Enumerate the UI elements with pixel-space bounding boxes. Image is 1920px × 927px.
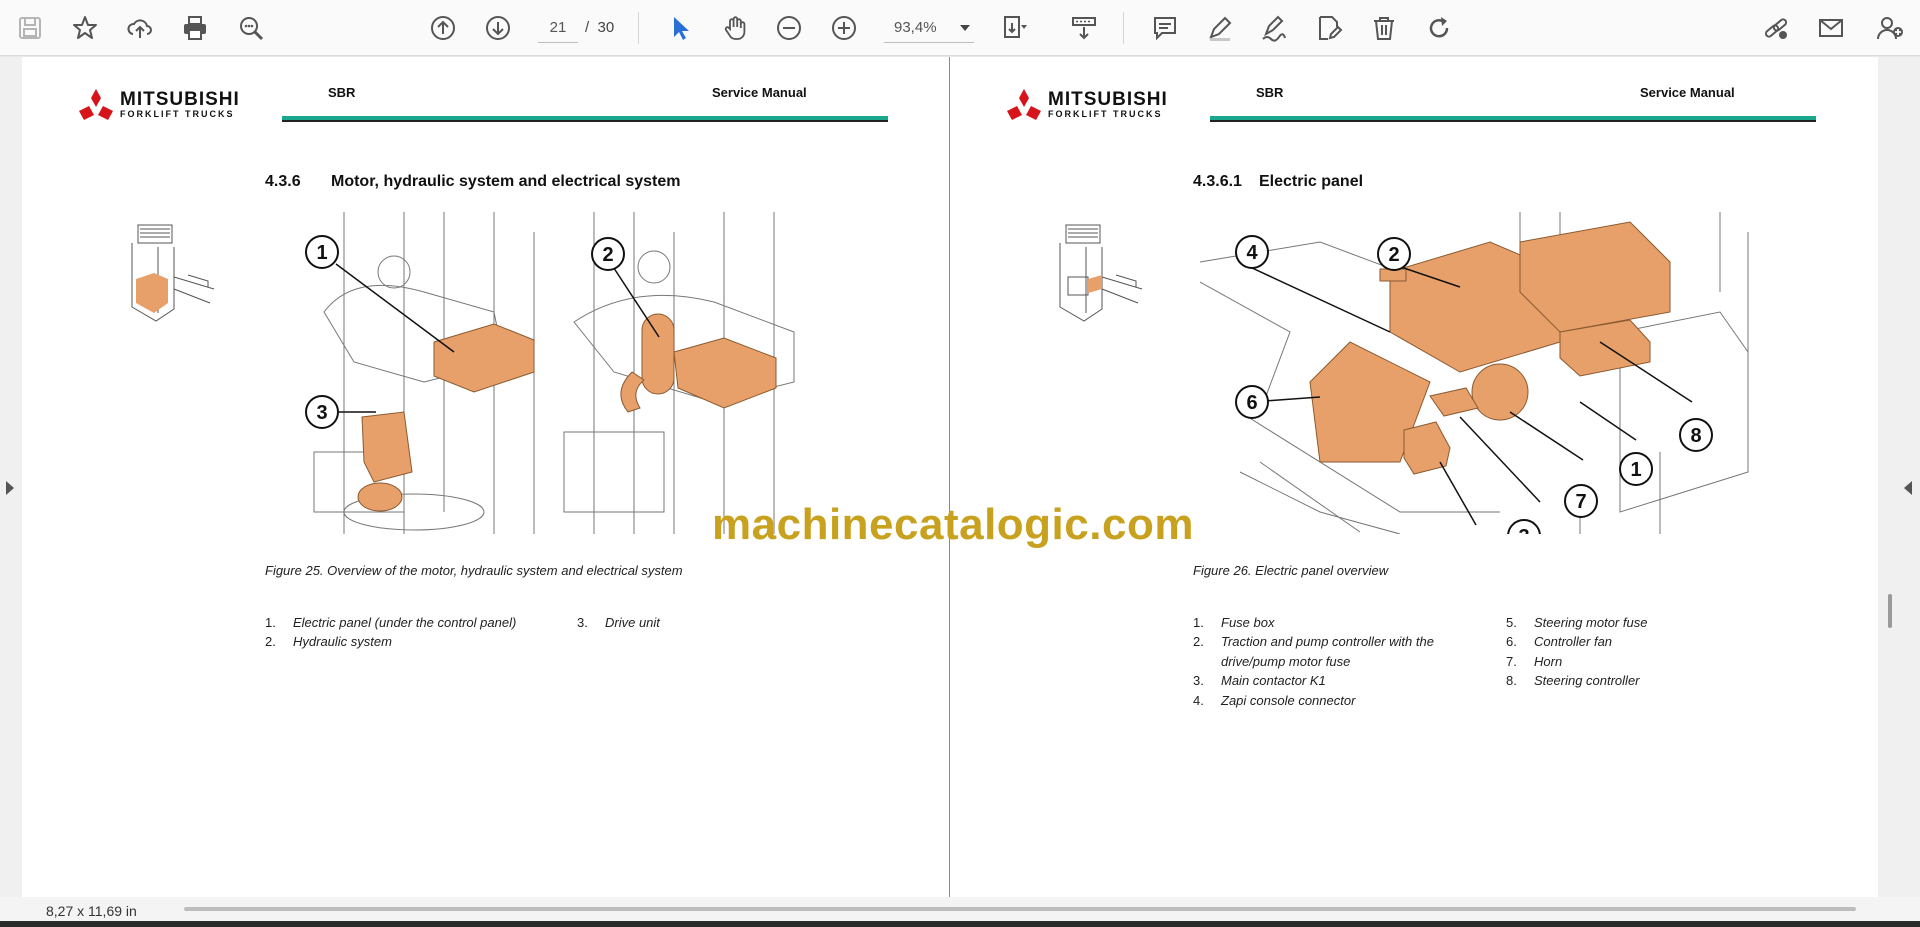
section-number: 4.3.6.1 [1193,173,1242,190]
header-model: SBR [328,85,356,100]
page-total: / 30 [585,19,615,36]
chevron-down-icon [960,25,970,31]
zoom-level-select[interactable]: 93,4% [884,13,974,43]
motor-hydraulic-figure: 1 2 3 [305,212,795,534]
save-icon[interactable] [12,10,48,46]
highlight-pen-icon[interactable] [1202,10,1238,46]
legend-item: 2. Hydraulic system [265,634,392,649]
toolbar: / 30 93,4% [0,0,1920,56]
truck-locator-thumbnail [131,224,215,322]
truck-locator-thumbnail [1059,224,1143,322]
section-title: Motor, hydraulic system and electrical s… [331,173,681,190]
callout-8: 8 [1690,425,1701,447]
expand-left-pane-icon[interactable] [6,481,14,495]
document-viewer[interactable]: MITSUBISHI FORKLIFT TRUCKS SBR Service M… [0,57,1920,927]
callout-4: 4 [1246,242,1258,264]
hand-tool-icon[interactable] [717,10,753,46]
header-doc-type: Service Manual [712,85,807,100]
horizontal-scrollbar[interactable] [184,907,1856,911]
callout-2: 2 [602,244,613,266]
figure-caption: Figure 25. Overview of the motor, hydrau… [265,563,683,578]
edit-document-icon[interactable] [1311,10,1347,46]
bookmark-star-icon[interactable] [67,10,103,46]
legend-item: 4. Zapi console connector [1193,693,1356,708]
next-page-icon[interactable] [480,10,516,46]
legend-item: drive/pump motor fuse [1221,654,1351,669]
select-cursor-icon[interactable] [662,10,698,46]
add-user-icon[interactable] [1872,10,1908,46]
previous-page-icon[interactable] [425,10,461,46]
legend-item: 1. Fuse box [1193,615,1275,630]
mitsubishi-logo: MITSUBISHI FORKLIFT TRUCKS [1006,89,1168,121]
three-diamonds-logo-icon [1007,89,1041,120]
header-accent-bar [1210,116,1816,122]
redo-rotate-icon[interactable] [1421,10,1457,46]
toolbar-divider [638,12,639,44]
section-title: Electric panel [1259,173,1364,190]
page-fit-icon[interactable] [996,10,1032,46]
header-accent-bar [282,116,888,122]
legend-item: 6. Controller fan [1506,634,1613,649]
watermark-text: machinecatalogic.com [712,500,1194,549]
callout-3: 3 [1518,526,1529,534]
expand-right-pane-icon[interactable] [1904,481,1912,495]
legend-item: 7. Horn [1506,654,1563,669]
legend-item: 3. Main contactor K1 [1193,673,1326,688]
zoom-out-icon[interactable] [771,10,807,46]
callout-1: 1 [316,242,327,264]
vertical-scrollbar-thumb[interactable] [1888,594,1892,628]
document-page-right: MITSUBISHI FORKLIFT TRUCKS SBR Service M… [950,57,1878,897]
comment-icon[interactable] [1147,10,1183,46]
delete-trash-icon[interactable] [1366,10,1402,46]
left-pane-collapsed [0,57,22,897]
share-link-icon[interactable] [1758,10,1794,46]
header-model: SBR [1256,85,1284,100]
figure-caption: Figure 26. Electric panel overview [1193,563,1389,578]
header-doc-type: Service Manual [1640,85,1735,100]
mitsubishi-logo: MITSUBISHI FORKLIFT TRUCKS [78,89,240,121]
callout-6: 6 [1246,392,1257,414]
scroll-mode-icon[interactable] [1066,10,1102,46]
right-pane-collapsed [1878,57,1920,897]
callout-3: 3 [316,402,327,424]
section-number: 4.3.6 [265,173,301,190]
three-diamonds-logo-icon [79,89,113,120]
legend-item: 3. Drive unit [577,615,660,630]
email-envelope-icon[interactable] [1813,10,1849,46]
document-page-left: MITSUBISHI FORKLIFT TRUCKS SBR Service M… [22,57,950,897]
legend-item: 1. Electric panel (under the control pane… [265,615,517,630]
print-icon[interactable] [177,10,213,46]
draw-sign-icon[interactable] [1256,10,1292,46]
legend-item: 5. Steering motor fuse [1506,615,1648,630]
legend-item: 8. Steering controller [1506,673,1640,688]
legend-item: 2. Traction and pump controller with the [1193,634,1434,649]
page-size-label: 8,27 x 11,69 in [46,903,137,919]
cloud-upload-icon[interactable] [122,10,158,46]
taskbar-edge [0,921,1920,927]
callout-7: 7 [1575,491,1586,513]
page-number-input[interactable] [538,13,578,43]
callout-1: 1 [1630,459,1641,481]
zoom-search-icon[interactable] [233,10,269,46]
zoom-in-icon[interactable] [826,10,862,46]
toolbar-divider [1123,12,1124,44]
callout-2: 2 [1388,244,1399,266]
electric-panel-figure: 4 2 6 8 1 7 3 5 [1200,212,1749,534]
